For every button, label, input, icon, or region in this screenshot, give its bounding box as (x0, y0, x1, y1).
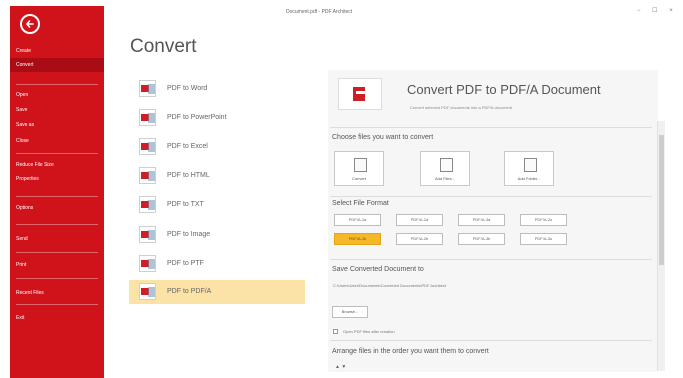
order-move-controls[interactable]: ▲ ▼ (335, 364, 346, 370)
pdf-to-pdfa-icon (139, 283, 156, 300)
choose-files-label: Choose files you want to convert (332, 134, 434, 141)
pdf-to-txt-icon (139, 196, 156, 213)
sidebar-item-send[interactable]: Send (10, 232, 104, 246)
sidebar-item-open[interactable]: Open (10, 88, 104, 102)
add-files-label: Add Files... (434, 176, 455, 181)
format-label: PDF to Image (167, 231, 211, 238)
format-item-pdf-to-html[interactable]: PDF to HTML (129, 164, 305, 188)
pdf-to-image-icon (139, 226, 156, 243)
page-title: Convert (130, 36, 197, 57)
sidebar-item-convert[interactable]: Convert (10, 58, 104, 72)
sidebar-divider (16, 304, 98, 305)
sidebar-item-exit[interactable]: Exit (10, 311, 104, 325)
pdf-to-excel-icon (139, 138, 156, 155)
back-button[interactable] (20, 14, 40, 34)
browse-button[interactable]: Browse... (332, 306, 368, 318)
format-label: PDF to PTF (167, 260, 204, 267)
divider (330, 259, 652, 260)
pdf-to-ptf-icon (139, 255, 156, 272)
sidebar-divider (16, 278, 98, 279)
convert-button[interactable]: Convert (334, 151, 384, 186)
sidebar-divider (16, 224, 98, 225)
pdfa-option-selected[interactable]: PDF/A-1b (334, 233, 381, 245)
format-label: PDF to HTML (167, 172, 210, 179)
format-label: PDF to TXT (167, 201, 204, 208)
open-after-creation-label: Open PDF files after creation (343, 329, 395, 334)
format-item-pdf-to-txt[interactable]: PDF to TXT (129, 193, 305, 217)
divider (330, 340, 652, 341)
window-title: Document.pdf - PDF Architect (286, 9, 353, 15)
sidebar-item-properties[interactable]: Properties (10, 172, 104, 186)
pdf-document-icon (338, 78, 382, 110)
sidebar-item-recent-files[interactable]: Recent Files (10, 286, 104, 300)
pdfa-option[interactable]: PDF/A-2u (520, 214, 567, 226)
format-item-pdf-to-image[interactable]: PDF to Image (129, 223, 305, 247)
format-label: PDF to Word (167, 85, 208, 92)
pdf-to-powerpoint-icon (139, 109, 156, 126)
format-item-pdf-to-excel[interactable]: PDF to Excel (129, 135, 305, 159)
sidebar-divider (16, 252, 98, 253)
sidebar-divider (16, 84, 98, 85)
pdfa-option[interactable]: PDF/A-2b (396, 233, 443, 245)
pdfa-option[interactable]: PDF/A-1a (334, 214, 381, 226)
sidebar-item-print[interactable]: Print (10, 258, 104, 272)
pdfa-option[interactable]: PDF/A-3u (520, 233, 567, 245)
add-folder-button[interactable]: Add Folder... (504, 151, 554, 186)
pdfa-option[interactable]: PDF/A-3a (458, 214, 505, 226)
vertical-scrollbar[interactable] (657, 121, 665, 371)
sidebar-item-options[interactable]: Options (10, 201, 104, 215)
save-location-label: Save Converted Document to (332, 266, 424, 273)
sidebar-divider (16, 153, 98, 154)
add-folder-icon (524, 158, 537, 172)
format-item-pdf-to-word[interactable]: PDF to Word (129, 77, 305, 101)
add-files-icon (440, 158, 453, 172)
arrange-files-label: Arrange files in the order you want them… (332, 348, 489, 355)
back-arrow-icon (26, 20, 34, 28)
pdf-to-word-icon (139, 80, 156, 97)
divider (330, 127, 652, 128)
window-controls[interactable]: − ☐ × (637, 7, 678, 14)
format-item-pdf-to-powerpoint[interactable]: PDF to PowerPoint (129, 106, 305, 130)
pdfa-option[interactable]: PDF/A-3b (458, 233, 505, 245)
sidebar-item-save-as[interactable]: Save as (10, 118, 104, 132)
output-path: C:\Users\User\Documents\Converted Docume… (333, 283, 446, 288)
format-label: PDF to PowerPoint (167, 114, 227, 121)
convert-label: Convert (351, 176, 366, 181)
section-subheading: Convert selected PDF documents into a PD… (410, 105, 513, 110)
sidebar-item-create[interactable]: Create (10, 44, 104, 58)
sidebar-item-save[interactable]: Save (10, 103, 104, 117)
add-folder-label: Add Folder... (517, 176, 541, 181)
backstage-sidebar: Create Convert Open Save Save as Close R… (10, 6, 104, 378)
sidebar-item-close[interactable]: Close (10, 134, 104, 148)
format-item-pdf-to-ptf[interactable]: PDF to PTF (129, 252, 305, 276)
section-heading: Convert PDF to PDF/A Document (407, 82, 601, 97)
sidebar-divider (16, 196, 98, 197)
file-format-label: Select File Format (332, 200, 389, 207)
sidebar-item-reduce-file-size[interactable]: Reduce File Size (10, 158, 104, 172)
format-label: PDF to PDF/A (167, 288, 212, 295)
pdf-to-html-icon (139, 167, 156, 184)
divider (330, 196, 652, 197)
format-item-pdf-to-pdfa[interactable]: PDF to PDF/A (129, 280, 305, 304)
open-after-creation-checkbox[interactable] (333, 329, 338, 334)
convert-icon (354, 158, 367, 172)
add-files-button[interactable]: Add Files... (420, 151, 470, 186)
scrollbar-thumb[interactable] (659, 135, 664, 265)
pdfa-option[interactable]: PDF/A-2a (396, 214, 443, 226)
format-label: PDF to Excel (167, 143, 208, 150)
